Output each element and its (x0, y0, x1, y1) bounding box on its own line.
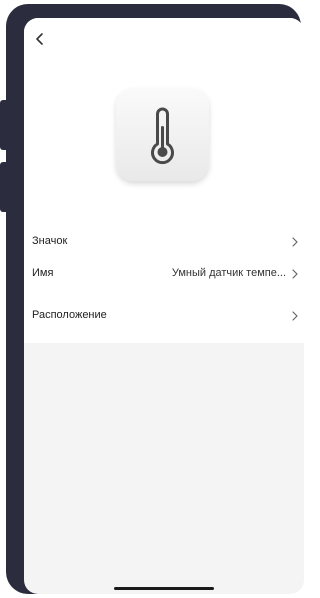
chevron-right-icon (292, 237, 298, 247)
location-setting-row[interactable]: Расположение (24, 300, 304, 332)
chevron-right-icon (292, 311, 298, 321)
chevron-left-icon (36, 33, 43, 45)
settings-panel: Значок Имя Умный датчик темпе... Располо… (24, 18, 304, 343)
location-setting-label: Расположение (32, 309, 107, 321)
icon-setting-row[interactable]: Значок (24, 226, 304, 258)
home-indicator[interactable] (114, 587, 214, 590)
icon-setting-label: Значок (32, 235, 68, 247)
thermometer-icon (151, 107, 174, 165)
name-setting-label: Имя (32, 267, 54, 279)
screen: Значок Имя Умный датчик темпе... Располо… (24, 18, 304, 594)
back-button[interactable] (29, 28, 51, 50)
phone-frame: Значок Имя Умный датчик темпе... Располо… (6, 4, 304, 594)
chevron-right-icon (292, 269, 298, 279)
device-icon-tile[interactable] (116, 88, 209, 181)
name-setting-value: Умный датчик темпе... (171, 267, 286, 279)
name-setting-row[interactable]: Имя Умный датчик темпе... (24, 258, 304, 290)
